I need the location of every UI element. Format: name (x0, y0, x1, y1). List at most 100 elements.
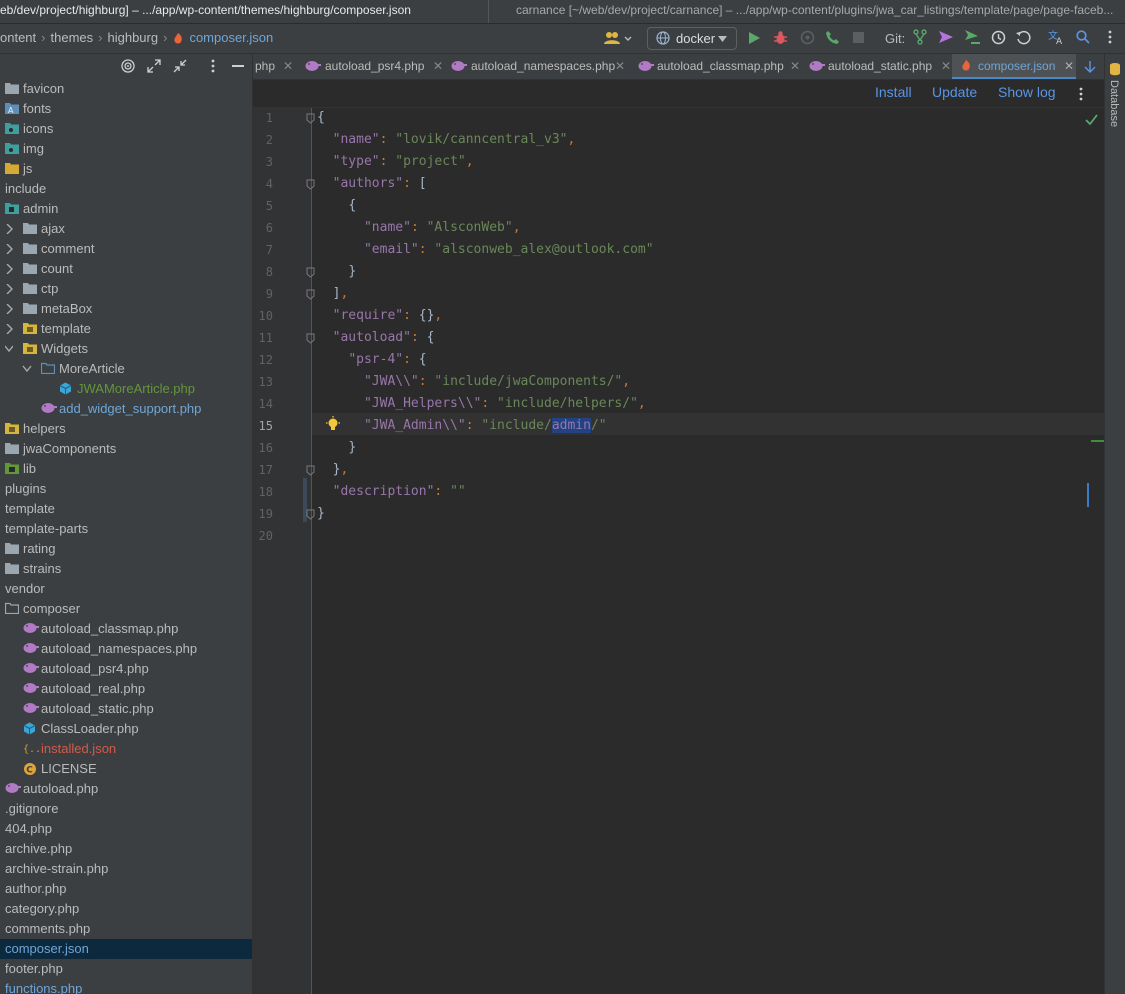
tree-item[interactable]: autoload_static.php (0, 699, 252, 719)
git-push-icon[interactable] (938, 30, 954, 44)
tree-item[interactable]: template-parts (0, 519, 252, 539)
tree-item[interactable]: archive-strain.php (0, 859, 252, 879)
fold-marker-icon[interactable] (306, 509, 315, 520)
code-line[interactable]: "psr-4": { (317, 349, 426, 371)
expand-all-icon[interactable] (147, 59, 161, 73)
users-icon[interactable] (604, 31, 632, 45)
tree-item[interactable]: composer.json (0, 939, 252, 959)
tree-item[interactable]: vendor (0, 579, 252, 599)
debug-icon[interactable] (773, 30, 788, 45)
tree-item[interactable]: js (0, 159, 252, 179)
tree-item[interactable]: autoload_psr4.php (0, 659, 252, 679)
code-line[interactable]: "autoload": { (317, 327, 435, 349)
target-icon[interactable] (121, 59, 135, 73)
close-icon[interactable]: ✕ (1064, 54, 1074, 78)
tree-item[interactable]: helpers (0, 419, 252, 439)
code-line[interactable]: "type": "project", (317, 151, 474, 173)
show-log-button[interactable]: Show log (998, 84, 1056, 100)
code-line[interactable]: } (317, 503, 325, 525)
tree-item[interactable]: template (0, 499, 252, 519)
window-title-other[interactable]: carnance [~/web/dev/project/carnance] – … (516, 0, 1125, 23)
database-icon[interactable] (1109, 62, 1121, 76)
more-vertical-icon[interactable] (210, 59, 216, 73)
chevron-right-icon[interactable] (5, 324, 13, 334)
tree-item[interactable]: metaBox (0, 299, 252, 319)
fold-marker-icon[interactable] (306, 267, 315, 278)
tree-item[interactable]: 404.php (0, 819, 252, 839)
chevron-right-icon[interactable] (5, 244, 13, 254)
tab-php[interactable]: php ✕ (253, 54, 297, 79)
tree-item[interactable]: composer (0, 599, 252, 619)
code-line[interactable]: }, (317, 459, 349, 481)
tab-autoload-classmap[interactable]: autoload_classmap.php ✕ (634, 54, 801, 79)
run-config-select[interactable]: docker (647, 27, 737, 50)
chevron-right-icon[interactable] (5, 224, 13, 234)
tree-item[interactable]: comment (0, 239, 252, 259)
tree-item[interactable]: archive.php (0, 839, 252, 859)
translate-icon[interactable]: 文A (1048, 29, 1065, 45)
rollback-icon[interactable] (1016, 30, 1031, 45)
fold-marker-icon[interactable] (306, 289, 315, 300)
close-icon[interactable]: ✕ (433, 54, 443, 78)
code-line[interactable]: "JWA\\": "include/jwaComponents/", (317, 371, 630, 393)
phone-listen-icon[interactable] (825, 30, 840, 45)
tree-item[interactable]: admin (0, 199, 252, 219)
breadcrumb-item[interactable]: themes (51, 30, 94, 45)
tree-item[interactable]: functions.php (0, 979, 252, 994)
chevron-down-icon[interactable] (22, 365, 32, 373)
lightbulb-icon[interactable] (325, 416, 341, 432)
code-line[interactable]: "name": "AlsconWeb", (317, 217, 521, 239)
tree-item[interactable]: jwaComponents (0, 439, 252, 459)
tree-item[interactable]: autoload_classmap.php (0, 619, 252, 639)
tree-item[interactable]: lib (0, 459, 252, 479)
search-icon[interactable] (1076, 30, 1090, 44)
tree-item[interactable]: icons (0, 119, 252, 139)
code-line[interactable]: "JWA_Helpers\\": "include/helpers/", (317, 393, 646, 415)
close-icon[interactable]: ✕ (941, 54, 951, 78)
code-line[interactable]: "name": "lovik/canncentral_v3", (317, 129, 576, 151)
breadcrumb-item[interactable]: ontent (0, 30, 36, 45)
tree-item[interactable]: category.php (0, 899, 252, 919)
tree-item[interactable]: ClassLoader.php (0, 719, 252, 739)
breadcrumb-item[interactable]: highburg (107, 30, 158, 45)
tab-autoload-namespaces[interactable]: autoload_namespaces.php ✕ (447, 54, 627, 79)
code-line[interactable]: ], (317, 283, 349, 305)
close-icon[interactable]: ✕ (615, 54, 625, 78)
chevron-down-icon[interactable] (5, 344, 13, 354)
window-title-active[interactable]: eb/dev/project/highburg] – .../app/wp-co… (0, 0, 489, 23)
chevron-right-icon[interactable] (5, 264, 13, 274)
tree-item[interactable]: MoreArticle (0, 359, 252, 379)
more-vertical-icon[interactable] (1107, 30, 1113, 44)
code-line[interactable]: "JWA_Admin\\": "include/admin/" (317, 415, 607, 437)
run-icon[interactable] (748, 31, 761, 45)
tree-item[interactable]: Widgets (0, 339, 252, 359)
tree-item[interactable]: Afonts (0, 99, 252, 119)
tree-item[interactable]: C LICENSE (0, 759, 252, 779)
tree-item[interactable]: footer.php (0, 959, 252, 979)
tree-item[interactable]: add_widget_support.php (0, 399, 252, 419)
code-line[interactable]: } (317, 437, 356, 459)
tree-item[interactable]: template (0, 319, 252, 339)
git-commit-icon[interactable] (964, 29, 981, 45)
fold-marker-icon[interactable] (306, 179, 315, 190)
database-panel-label[interactable]: Database (1108, 80, 1120, 127)
code-line[interactable]: } (317, 261, 356, 283)
coverage-icon[interactable] (800, 30, 815, 45)
close-icon[interactable]: ✕ (283, 54, 293, 78)
tree-item[interactable]: autoload.php (0, 779, 252, 799)
tree-item[interactable]: count (0, 259, 252, 279)
tree-item[interactable]: strains (0, 559, 252, 579)
tree-item[interactable]: img (0, 139, 252, 159)
update-button[interactable]: Update (932, 84, 977, 100)
tree-item[interactable]: plugins (0, 479, 252, 499)
code-editor[interactable]: { "name": "lovik/canncentral_v3", "type"… (253, 108, 1104, 994)
chevron-right-icon[interactable] (5, 284, 13, 294)
git-fetch-icon[interactable] (913, 29, 927, 45)
tree-item[interactable]: autoload_namespaces.php (0, 639, 252, 659)
code-line[interactable]: "email": "alsconweb_alex@outlook.com" (317, 239, 654, 261)
tree-item[interactable]: autoload_real.php (0, 679, 252, 699)
tree-item[interactable]: {..}installed.json (0, 739, 252, 759)
tree-item[interactable]: JWAMoreArticle.php (0, 379, 252, 399)
chevron-right-icon[interactable] (5, 304, 13, 314)
fold-marker-icon[interactable] (306, 113, 315, 124)
